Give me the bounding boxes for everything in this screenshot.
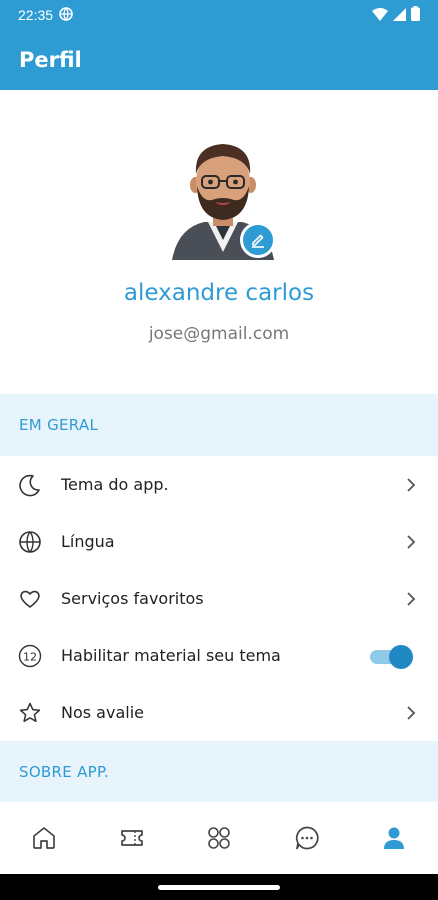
status-time: 22:35 <box>18 7 54 23</box>
chevron-right-icon <box>407 705 416 720</box>
menu-item-rate-us[interactable]: Nos avalie <box>0 684 438 741</box>
profile-icon <box>384 827 404 849</box>
star-icon <box>17 700 43 726</box>
nav-home[interactable] <box>30 824 58 852</box>
toggle-knob <box>389 644 413 669</box>
wifi-icon <box>372 6 388 25</box>
status-left: 22:35 <box>18 6 73 25</box>
menu-item-label: Habilitar material seu tema <box>61 646 281 665</box>
nav-profile[interactable] <box>380 824 408 852</box>
section-header-general: EM GERAL <box>0 394 438 456</box>
battery-icon <box>411 5 420 25</box>
bottom-navigation <box>0 802 438 874</box>
status-right <box>372 5 420 25</box>
chevron-right-icon <box>407 477 416 492</box>
heart-icon <box>17 586 43 612</box>
menu-item-language[interactable]: Língua <box>0 513 438 570</box>
globe-icon <box>17 529 43 555</box>
menu-item-label: Serviços favoritos <box>61 589 204 608</box>
profile-header: alexandre carlos jose@gmail.com <box>0 90 438 394</box>
section-label: EM GERAL <box>19 416 99 434</box>
nav-chat[interactable] <box>293 824 321 852</box>
section-header-about: SOBRE APP. <box>0 741 438 803</box>
svg-text:12: 12 <box>23 650 37 663</box>
chat-icon <box>295 826 319 850</box>
home-gesture-handle[interactable] <box>158 885 280 890</box>
menu-item-material-you[interactable]: 12 Habilitar material seu tema <box>0 627 438 684</box>
menu-item-label: Língua <box>61 532 115 551</box>
menu-item-label: Tema do app. <box>61 475 169 494</box>
avatar[interactable] <box>168 140 278 260</box>
chevron-right-icon <box>407 534 416 549</box>
status-bar: 22:35 <box>0 0 438 30</box>
moon-icon <box>17 472 43 498</box>
signal-icon <box>393 6 406 25</box>
android-12-icon: 12 <box>17 643 43 669</box>
edit-avatar-button[interactable] <box>240 222 276 258</box>
grid-icon <box>208 827 230 849</box>
section-label: SOBRE APP. <box>19 763 110 781</box>
vpn-globe-icon <box>59 6 73 25</box>
system-navigation-bar <box>0 874 438 900</box>
pencil-icon <box>252 234 264 248</box>
menu-item-app-theme[interactable]: Tema do app. <box>0 456 438 513</box>
user-name: alexandre carlos <box>123 280 315 306</box>
nav-services[interactable] <box>205 824 233 852</box>
menu-item-favorite-services[interactable]: Serviços favoritos <box>0 570 438 627</box>
home-icon <box>33 827 55 849</box>
user-email: jose@gmail.com <box>148 324 290 344</box>
ticket-icon <box>121 830 143 846</box>
app-bar: Perfil <box>0 30 438 90</box>
page-title: Perfil <box>19 48 82 72</box>
nav-tickets[interactable] <box>118 824 146 852</box>
chevron-right-icon <box>407 591 416 606</box>
menu-item-label: Nos avalie <box>61 703 144 722</box>
material-theme-toggle[interactable] <box>370 644 413 669</box>
